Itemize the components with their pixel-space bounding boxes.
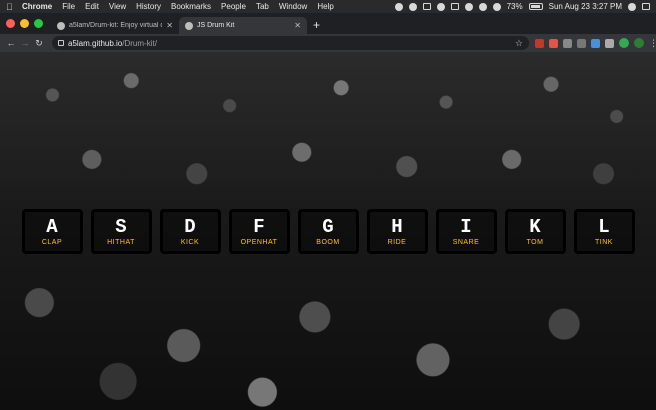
bookmark-star-icon[interactable]: ☆ [515, 38, 523, 49]
sound-label: TOM [526, 238, 544, 246]
tab-github-drum-kit[interactable]: a5lam/Drum-kit: Enjoy virtual d ✕ [51, 17, 179, 34]
sound-label: RIDE [387, 238, 407, 246]
globe-icon [185, 21, 193, 30]
drum-key-g[interactable]: G BOOM [297, 209, 359, 254]
pocket-icon[interactable] [563, 38, 572, 48]
sound-label: SNARE [452, 238, 480, 246]
close-window-button[interactable] [6, 19, 15, 28]
drum-kit-page: A CLAP S HITHAT D KICK F OPENHAT G BOOM … [0, 52, 656, 410]
volume-icon[interactable] [492, 2, 501, 11]
menu-tab[interactable]: Tab [256, 2, 269, 11]
battery-icon[interactable] [528, 3, 543, 10]
menu-kebab-icon[interactable]: ⋮ [649, 38, 656, 48]
key-letter: D [184, 215, 196, 238]
timer-icon[interactable] [450, 3, 459, 10]
notification-center-icon[interactable] [642, 3, 650, 10]
drum-key-k[interactable]: K TOM [504, 209, 566, 254]
extension-gray-icon[interactable] [577, 38, 586, 48]
menu-window[interactable]: Window [279, 2, 307, 11]
settings-icon[interactable] [436, 2, 445, 11]
drum-key-s[interactable]: S HITHAT [90, 209, 152, 254]
sound-label: OPENHAT [240, 238, 278, 246]
extension-blue-icon[interactable] [591, 38, 600, 48]
menu-edit[interactable]: Edit [85, 2, 99, 11]
key-letter: I [460, 215, 472, 238]
macos-menu-bar:  Chrome File Edit View History Bookmark… [0, 0, 656, 13]
adblock-icon[interactable] [535, 38, 544, 48]
menu-people[interactable]: People [221, 2, 246, 11]
window-controls [6, 13, 43, 34]
drum-key-h[interactable]: H RIDE [366, 209, 428, 254]
extension-red-icon[interactable] [549, 38, 558, 48]
sound-label: KICK [180, 238, 200, 246]
sound-label: HITHAT [107, 238, 135, 246]
key-letter: A [46, 215, 58, 238]
record-icon[interactable] [394, 2, 403, 11]
drum-key-d[interactable]: D KICK [159, 209, 221, 254]
close-icon[interactable]: ✕ [294, 21, 301, 30]
browser-toolbar: ← → ↻ a5lam.github.io /Drum-kit/ ☆ ⋮ [0, 34, 656, 52]
minimize-window-button[interactable] [20, 19, 29, 28]
reload-icon[interactable]: ↻ [32, 38, 46, 49]
zoom-window-button[interactable] [34, 19, 43, 28]
account-icon[interactable] [634, 38, 644, 48]
key-letter: H [391, 215, 403, 238]
sound-label: CLAP [41, 238, 63, 246]
wifi-icon[interactable] [478, 2, 487, 11]
drum-keys: A CLAP S HITHAT D KICK F OPENHAT G BOOM … [0, 209, 656, 254]
drum-key-i[interactable]: I SNARE [435, 209, 497, 254]
browser-tab-strip: a5lam/Drum-kit: Enjoy virtual d ✕ JS Dru… [0, 13, 656, 34]
menu-bookmarks[interactable]: Bookmarks [171, 2, 211, 11]
menu-app-name[interactable]: Chrome [22, 2, 52, 11]
menu-view[interactable]: View [109, 2, 126, 11]
lock-icon[interactable] [58, 40, 64, 46]
close-icon[interactable]: ✕ [166, 21, 173, 30]
screen-icon[interactable] [422, 3, 431, 10]
drum-key-a[interactable]: A CLAP [21, 209, 83, 254]
drum-key-f[interactable]: F OPENHAT [228, 209, 290, 254]
sound-label: TINK [595, 238, 613, 246]
key-letter: G [322, 215, 334, 238]
search-icon[interactable] [628, 2, 636, 11]
menu-file[interactable]: File [62, 2, 75, 11]
extensions-puzzle-icon[interactable] [605, 38, 614, 48]
menu-help[interactable]: Help [317, 2, 333, 11]
new-tab-button[interactable]: + [313, 17, 320, 34]
key-letter: S [115, 215, 127, 238]
bluetooth-icon[interactable] [464, 2, 473, 11]
url-path: /Drum-kit/ [122, 38, 157, 48]
battery-percent[interactable]: 73% [507, 2, 523, 11]
forward-arrow-icon[interactable]: → [18, 38, 32, 48]
key-letter: K [529, 215, 541, 238]
extensions-area: ⋮ [535, 38, 656, 48]
address-bar[interactable]: a5lam.github.io /Drum-kit/ ☆ [52, 36, 529, 50]
key-letter: L [598, 215, 610, 238]
back-arrow-icon[interactable]: ← [4, 38, 18, 48]
github-icon [57, 21, 65, 30]
key-letter: F [253, 215, 265, 238]
headphones-icon[interactable] [408, 2, 417, 11]
profile-avatar[interactable] [619, 38, 629, 48]
tab-js-drum-kit[interactable]: JS Drum Kit ✕ [179, 17, 307, 34]
menubar-clock[interactable]: Sun Aug 23 3:27 PM [549, 2, 622, 11]
drum-key-l[interactable]: L TINK [573, 209, 635, 254]
menu-history[interactable]: History [136, 2, 161, 11]
url-host: a5lam.github.io [68, 38, 123, 48]
sound-label: BOOM [316, 238, 340, 246]
apple-icon[interactable]:  [6, 2, 14, 12]
menubar-status-area: 73% Sun Aug 23 3:27 PM [394, 2, 650, 11]
tab-title: a5lam/Drum-kit: Enjoy virtual d [69, 22, 163, 29]
tab-title: JS Drum Kit [197, 22, 235, 29]
